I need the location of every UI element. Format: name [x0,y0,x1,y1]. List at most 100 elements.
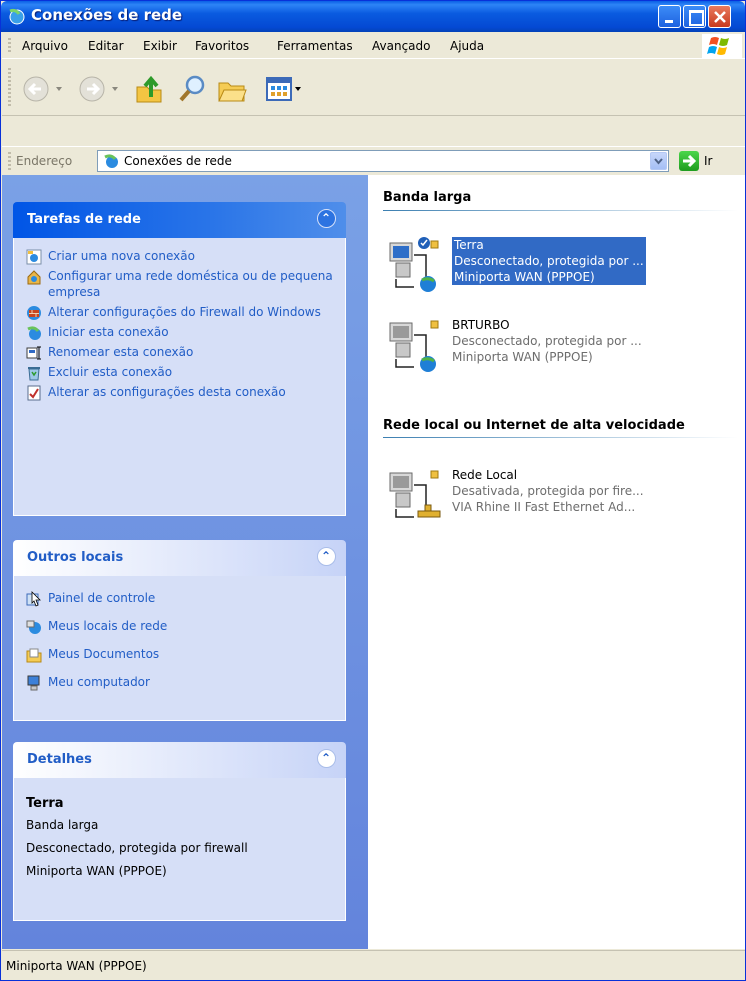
firewall-icon [27,306,41,320]
connection-rede-local[interactable]: Rede Local Desativada, protegida por fir… [386,465,726,525]
group-lan-title: Rede local ou Internet de alta velocidad… [383,418,685,433]
connection-status: Desconectado, protegida por ... [452,334,642,348]
network-places-icon [26,620,41,634]
my-computer-icon [27,675,40,691]
title-bar[interactable]: Conexões de rede [1,1,745,32]
folders-button[interactable] [216,73,248,108]
forward-button[interactable] [78,74,124,107]
task-home-network[interactable]: Configurar uma rede doméstica ou de pequ… [26,268,335,300]
close-icon [714,11,726,23]
start-connection-icon [27,326,41,340]
broadband-connection-icon [389,320,439,372]
maximize-button[interactable] [683,5,706,28]
home-network-icon [27,270,41,285]
place-label: Painel de controle [48,591,156,605]
close-button[interactable] [708,5,731,28]
menu-ferramentas[interactable]: Ferramentas [277,39,353,53]
details-body: Terra Banda larga Desconectado, protegid… [13,778,346,921]
connection-device: Miniporta WAN (PPPOE) [452,350,593,364]
details-header[interactable]: Detalhes [13,742,346,778]
address-label: Endereço [16,154,73,168]
menu-avancado[interactable]: Avançado [372,39,430,53]
task-change-settings[interactable]: Alterar as configurações desta conexão [26,384,335,401]
connection-status: Desconectado, protegida por ... [454,254,644,268]
up-folder-button[interactable] [133,73,165,108]
address-dropdown-button[interactable] [650,152,667,170]
other-places-header[interactable]: Outros locais [13,540,346,576]
menu-bar: Arquivo Editar Exibir Favoritos Ferramen… [2,32,745,59]
broadband-connection-icon [389,237,439,292]
minimize-button[interactable] [658,5,681,28]
network-connections-icon [102,153,120,172]
lan-connection-icon [389,470,441,518]
search-button[interactable] [176,73,208,108]
task-label: Renomear esta conexão [48,345,194,359]
task-label: Excluir esta conexão [48,365,173,379]
connection-name: BRTURBO [452,318,510,332]
folders-icon [218,82,247,102]
task-label: Alterar as configurações desta conexão [48,385,286,399]
back-button[interactable] [22,74,68,107]
status-text: Miniporta WAN (PPPOE) [6,959,147,973]
task-label: Iniciar esta conexão [48,325,169,339]
address-grip[interactable] [8,152,11,170]
menu-arquivo[interactable]: Arquivo [22,39,68,53]
connection-name: Rede Local [452,468,518,482]
other-places-panel: Outros locais Painel de controle Meus lo… [13,540,346,721]
window-title: Conexões de rede [31,6,183,24]
network-tasks-body: Criar uma nova conexão Configurar uma re… [13,238,346,516]
task-firewall[interactable]: Alterar configurações do Firewall do Win… [26,304,335,320]
place-control-panel[interactable]: Painel de controle [26,590,335,607]
connections-list[interactable]: Banda larga Terra Desconectado, protegid… [368,175,745,949]
task-rename-connection[interactable]: Renomear esta conexão [26,344,335,360]
address-bar: Endereço Conexões de rede Ir [2,146,745,174]
new-connection-icon [26,249,42,265]
go-label[interactable]: Ir [704,154,712,168]
connection-text: BRTURBO Desconectado, protegida por ... … [452,317,642,365]
views-button[interactable] [264,74,308,107]
group-broadband-title: Banda larga [383,190,472,205]
menu-editar[interactable]: Editar [88,39,124,53]
menu-favoritos[interactable]: Favoritos [195,39,249,53]
place-my-documents[interactable]: Meus Documentos [26,646,335,663]
connection-terra[interactable]: Terra Desconectado, protegida por ... Mi… [386,235,726,295]
status-bar: Miniporta WAN (PPPOE) [2,950,745,980]
network-tasks-header[interactable]: Tarefas de rede [13,202,346,238]
connection-device: Miniporta WAN (PPPOE) [454,270,595,284]
collapse-icon[interactable] [317,749,336,768]
place-network-places[interactable]: Meus locais de rede [26,618,335,634]
connection-device: VIA Rhine II Fast Ethernet Ad... [452,500,636,514]
my-documents-icon [26,648,42,663]
network-connections-icon [7,7,25,25]
network-tasks-panel: Tarefas de rede Criar uma nova conexão C… [13,202,346,516]
task-create-connection[interactable]: Criar uma nova conexão [26,248,335,265]
control-panel-icon [26,591,41,607]
task-delete-connection[interactable]: Excluir esta conexão [26,364,335,381]
group-divider [383,210,738,211]
menu-exibir[interactable]: Exibir [143,39,177,53]
place-label: Meus Documentos [48,647,160,661]
task-start-connection[interactable]: Iniciar esta conexão [26,324,335,340]
place-my-computer[interactable]: Meu computador [26,674,335,691]
go-button[interactable] [679,151,699,171]
collapse-icon[interactable] [317,209,336,228]
up-folder-icon [136,75,162,103]
toolbar-grip[interactable] [8,68,11,108]
address-value: Conexões de rede [124,154,232,168]
connection-brturbo[interactable]: BRTURBO Desconectado, protegida por ... … [386,315,726,375]
views-icon [266,77,301,101]
details-status: Desconectado, protegida por firewall [26,841,248,855]
details-type: Banda larga [26,818,99,832]
place-label: Meus locais de rede [48,619,168,633]
menu-grip[interactable] [8,38,11,54]
address-input[interactable]: Conexões de rede [97,150,669,172]
task-label: Criar uma nova conexão [48,249,195,263]
explorer-window: Conexões de rede Arquivo Editar Exibir F… [0,0,746,981]
connection-text: Rede Local Desativada, protegida por fir… [452,467,644,515]
details-panel: Detalhes Terra Banda larga Desconectado,… [13,742,346,921]
network-tasks-title: Tarefas de rede [27,212,141,227]
collapse-icon[interactable] [317,547,336,566]
connection-status: Desativada, protegida por fire... [452,484,644,498]
menu-ajuda[interactable]: Ajuda [450,39,484,53]
delete-icon [28,367,40,381]
